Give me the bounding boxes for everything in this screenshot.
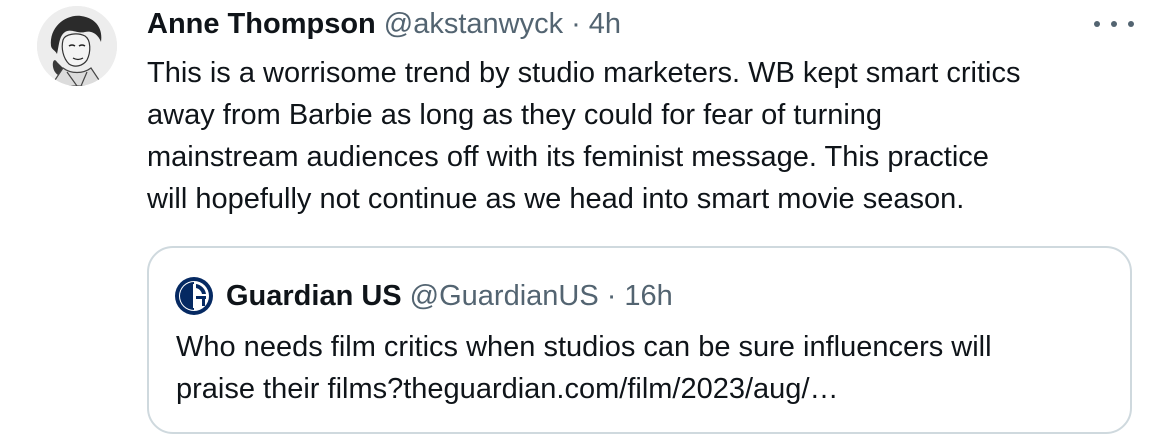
avatar-illustration-icon xyxy=(37,6,117,86)
author-name[interactable]: Anne Thompson xyxy=(147,8,376,41)
guardian-logo-icon[interactable] xyxy=(174,276,214,316)
quoted-text-line: praise their films?theguardian.com/film/… xyxy=(176,373,839,405)
quoted-tweet-header: Guardian US @GuardianUS · 16h xyxy=(174,276,673,316)
quoted-text-line: Who needs film critics when studios can … xyxy=(176,331,992,363)
ellipsis-dot xyxy=(1111,21,1117,27)
quoted-tweet-card[interactable]: Guardian US @GuardianUS · 16h Who needs … xyxy=(147,246,1132,434)
author-avatar[interactable] xyxy=(37,6,117,86)
quoted-author-handle[interactable]: @GuardianUS xyxy=(410,280,599,313)
quoted-author-name[interactable]: Guardian US xyxy=(226,280,402,313)
tweet[interactable]: Anne Thompson @akstanwyck · 4h This is a… xyxy=(0,0,1170,441)
ellipsis-dot xyxy=(1094,21,1100,27)
tweet-timestamp[interactable]: 4h xyxy=(589,8,621,41)
more-options-icon[interactable] xyxy=(1094,10,1134,38)
author-handle[interactable]: @akstanwyck xyxy=(384,8,563,41)
ellipsis-dot xyxy=(1128,21,1134,27)
tweet-text-line: mainstream audiences off with its femini… xyxy=(147,141,989,173)
tweet-header: Anne Thompson @akstanwyck · 4h xyxy=(147,4,621,44)
tweet-text-line: will hopefully not continue as we head i… xyxy=(147,183,965,215)
tweet-text-line: away from Barbie as long as they could f… xyxy=(147,99,883,131)
quoted-tweet-timestamp[interactable]: 16h xyxy=(624,280,672,313)
tweet-text-line: This is a worrisome trend by studio mark… xyxy=(147,57,1021,89)
tweet-body: This is a worrisome trend by studio mark… xyxy=(147,52,1137,220)
separator-dot: · xyxy=(606,279,617,312)
quoted-tweet-body: Who needs film critics when studios can … xyxy=(176,326,992,410)
separator-dot: · xyxy=(571,7,581,40)
